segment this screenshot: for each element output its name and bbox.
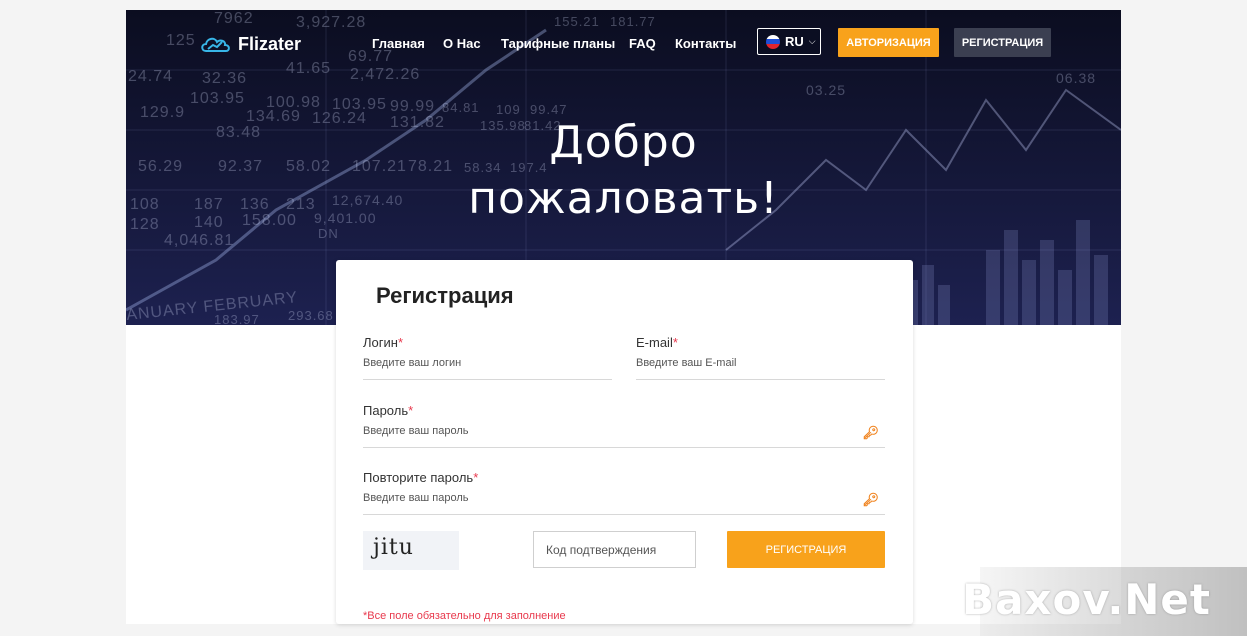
bg-number: 03.25 (806, 82, 847, 98)
bg-number: 7962 (214, 10, 254, 27)
nav-item-plans[interactable]: Тарифные планы (501, 36, 615, 51)
login-input[interactable]: Введите ваш логин (363, 357, 461, 369)
login-label: Логин* (363, 335, 403, 350)
password-repeat-input[interactable]: Введите ваш пароль (363, 492, 469, 504)
login-button[interactable]: АВТОРИЗАЦИЯ (838, 28, 939, 57)
brand-logo[interactable]: Flizater (200, 33, 301, 55)
password-input[interactable]: Введите ваш пароль (363, 425, 469, 437)
bg-number: 103.95 (190, 90, 245, 107)
russia-flag-icon (766, 34, 780, 49)
required-mark: * (672, 335, 678, 350)
page: 125 24.74 32.36 41.65 2,472.26 69.77 103… (126, 10, 1121, 624)
nav-item-about[interactable]: О Нас (443, 36, 481, 51)
bg-number: 41.65 (286, 60, 332, 77)
bg-number: 3,927.28 (296, 14, 367, 31)
bg-number: 2,472.26 (350, 66, 421, 83)
chevron-down-icon: ⌵ (808, 36, 816, 46)
brand-name: Flizater (238, 33, 302, 54)
login-label-text: Логин (363, 335, 398, 350)
language-selector[interactable]: RU ⌵ (757, 28, 821, 55)
nav-item-faq[interactable]: FAQ (629, 36, 656, 51)
nav-item-contacts[interactable]: Контакты (675, 36, 736, 51)
login-field[interactable]: Логин* Введите ваш логин (363, 335, 612, 380)
email-input[interactable]: Введите ваш E-mail (636, 357, 736, 369)
language-code: RU (785, 34, 804, 49)
required-mark: * (397, 335, 404, 350)
password-label: Пароль* (363, 403, 413, 418)
bg-number: 155.21 (554, 14, 600, 29)
bg-number: 06.38 (1056, 70, 1097, 86)
bg-number: 24.74 (128, 68, 174, 85)
key-icon[interactable]: 🔑︎ (862, 492, 879, 508)
bg-number: 293.68 (288, 308, 334, 323)
email-label-text: E-mail (636, 335, 673, 350)
bg-number: 181.77 (610, 14, 656, 29)
required-mark: * (473, 470, 479, 485)
registration-card: Регистрация Логин* Введите ваш логин E-m… (336, 260, 913, 624)
confirmation-code-input[interactable]: Код подтверждения (533, 531, 696, 568)
password-repeat-label-text: Повторите пароль (363, 470, 474, 485)
password-label-text: Пароль (363, 403, 409, 418)
register-nav-button[interactable]: РЕГИСТРАЦИЯ (954, 28, 1051, 57)
hero-title: Добро пожаловать! (126, 115, 1121, 227)
form-title: Регистрация (376, 283, 514, 308)
bg-number: 183.97 (214, 312, 260, 325)
bg-number: 4,046.81 (164, 232, 235, 249)
email-field[interactable]: E-mail* Введите ваш E-mail (636, 335, 885, 380)
watermark-text: Baxov.Net (962, 575, 1211, 624)
cloud-chart-logo-icon (201, 37, 230, 52)
watermark: Baxov.Net (962, 567, 1247, 636)
nav-item-home[interactable]: Главная (372, 36, 425, 51)
password-repeat-label: Повторите пароль* (363, 470, 478, 485)
email-label: E-mail* (636, 335, 678, 350)
bg-number: 32.36 (202, 70, 248, 87)
bg-number: 125 (166, 32, 196, 49)
hero-title-line1: Добро (549, 117, 698, 168)
register-submit-button[interactable]: РЕГИСТРАЦИЯ (727, 531, 885, 568)
captcha-image: jitu (363, 531, 459, 570)
required-mark: * (408, 403, 414, 418)
bg-number: DN (318, 226, 339, 241)
required-fields-note: *Все поле обязательно для заполнение (363, 610, 566, 622)
hero-title-line2: пожаловать! (468, 173, 779, 224)
password-repeat-field[interactable]: Повторите пароль* Введите ваш пароль 🔑︎ (363, 470, 885, 515)
bg-number: 84.81 (442, 100, 480, 115)
key-icon[interactable]: 🔑︎ (862, 425, 879, 441)
captcha-text: jitu (373, 535, 414, 560)
password-field[interactable]: Пароль* Введите ваш пароль 🔑︎ (363, 403, 885, 448)
